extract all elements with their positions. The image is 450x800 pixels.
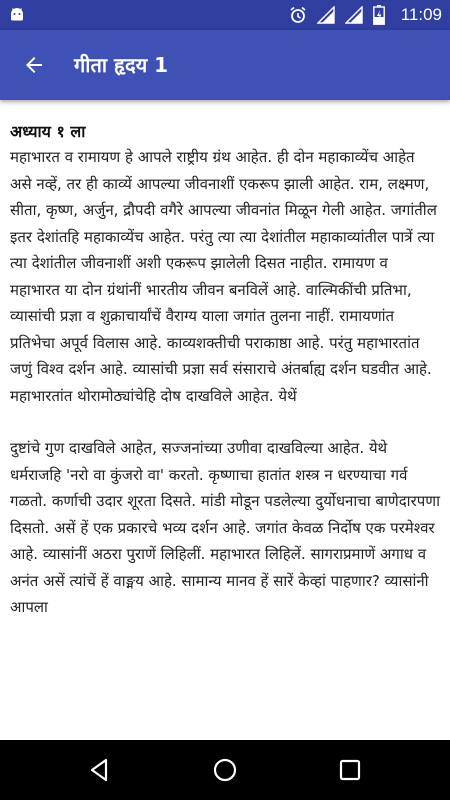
nav-recents-icon <box>339 759 361 781</box>
back-button[interactable] <box>12 43 56 87</box>
arrow-back-icon <box>26 57 42 73</box>
signal-icon <box>316 6 335 24</box>
status-bar: 11:09 <box>0 0 450 30</box>
nav-recents-button[interactable] <box>330 750 370 790</box>
android-icon <box>11 8 23 21</box>
nav-back-icon <box>90 758 108 782</box>
page-title: गीता हृदय 1 <box>74 53 169 77</box>
paragraph: महाभारत व रामायण हे आपले राष्ट्रीय ग्रंथ… <box>10 148 437 405</box>
nav-back-button[interactable] <box>79 750 119 790</box>
nav-home-button[interactable] <box>205 750 245 790</box>
signal-icon <box>344 6 363 24</box>
reading-content[interactable]: अध्याय १ ला महाभारत व रामायण हे आपले राष… <box>0 100 450 740</box>
paragraph: दुष्टांचे गुण दाखविले आहेत, सज्जनांच्या … <box>10 439 440 616</box>
chapter-title: अध्याय १ ला <box>10 122 86 141</box>
status-icons: 11:09 <box>289 0 442 30</box>
app-bar: गीता हृदय 1 <box>0 30 450 100</box>
alarm-icon <box>290 6 306 23</box>
navigation-bar <box>0 740 450 800</box>
status-time: 11:09 <box>400 5 442 24</box>
battery-charging-icon <box>372 5 385 25</box>
nav-home-icon <box>213 758 237 782</box>
